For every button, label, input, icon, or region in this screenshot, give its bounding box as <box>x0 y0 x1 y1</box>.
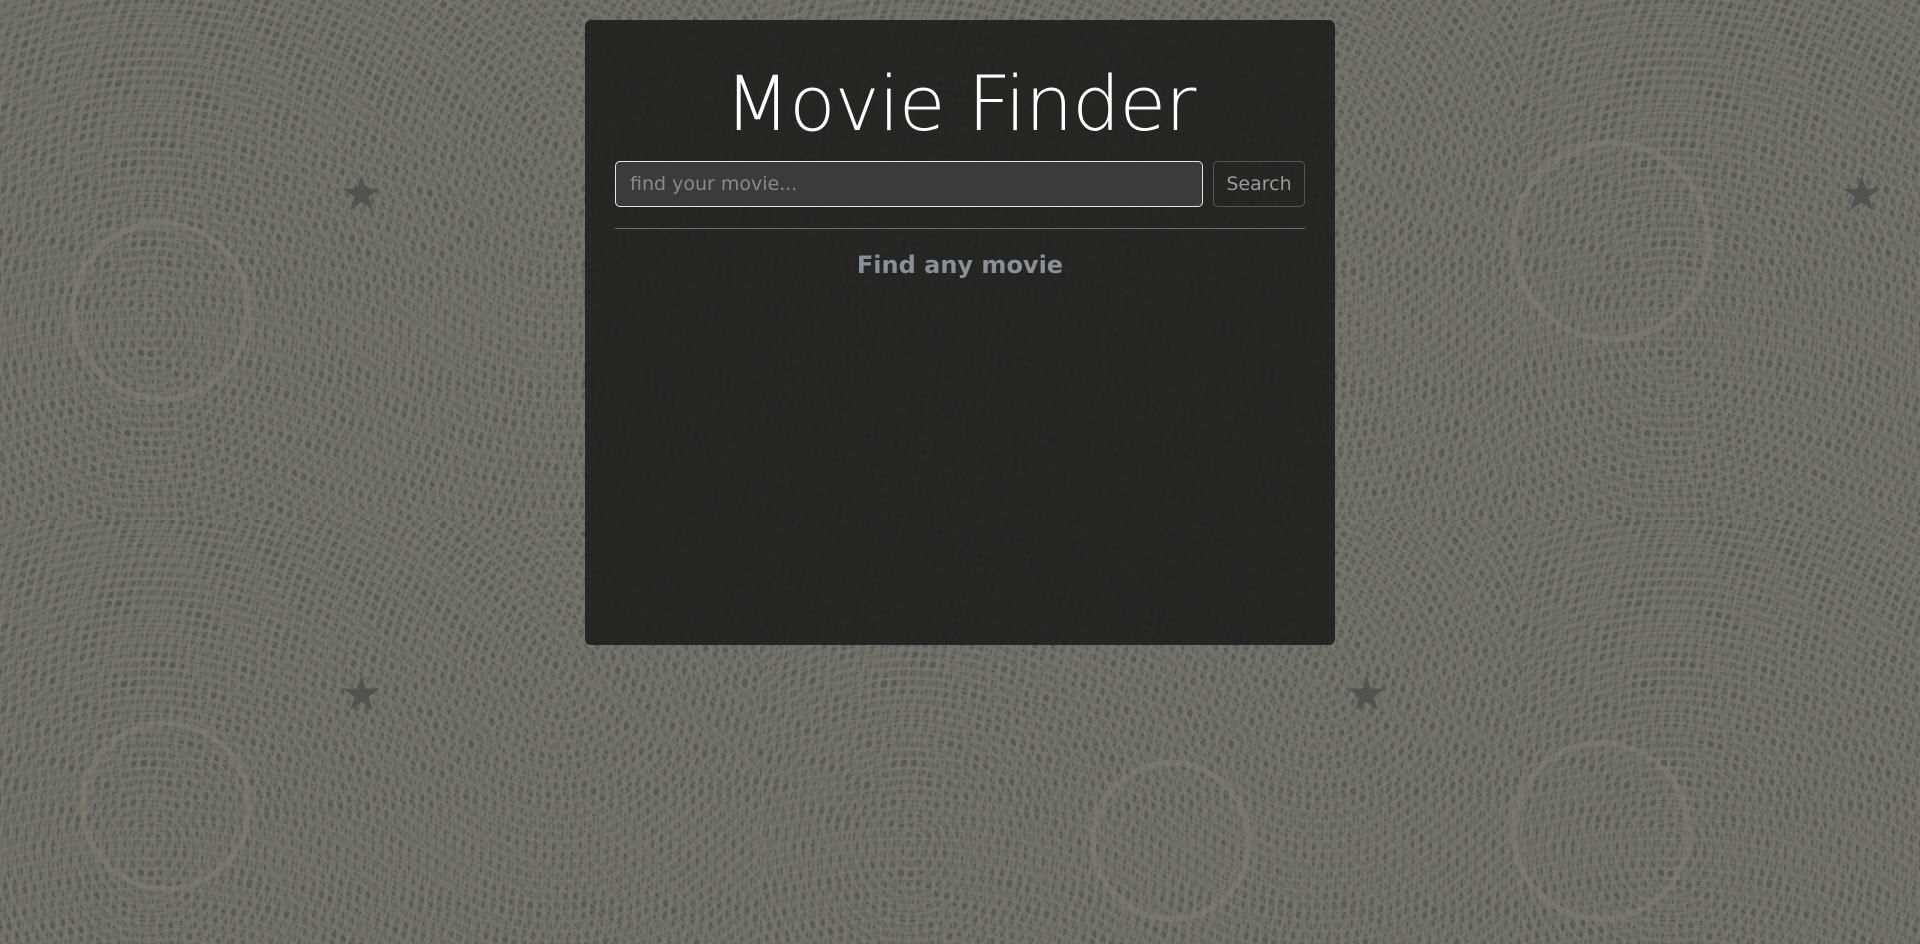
star-doodle-icon: ★ <box>1840 166 1884 222</box>
star-doodle-icon: ★ <box>1345 666 1389 722</box>
search-bar: Search <box>615 161 1305 208</box>
page-title: Movie Finder <box>724 59 1197 148</box>
star-doodle-icon: ★ <box>340 666 384 722</box>
star-doodle-icon: ★ <box>340 166 384 222</box>
search-button[interactable]: Search <box>1213 161 1305 208</box>
background-doodle <box>1090 760 1252 922</box>
background-doodle <box>80 720 252 892</box>
background-doodle <box>70 220 252 402</box>
empty-results-message: Find any movie <box>856 251 1064 280</box>
search-input[interactable] <box>615 161 1203 208</box>
background-doodle <box>1510 140 1712 342</box>
divider <box>615 228 1305 230</box>
background-doodle <box>1510 740 1692 922</box>
movie-finder-panel: Movie Finder Search Find any movie <box>585 20 1335 645</box>
